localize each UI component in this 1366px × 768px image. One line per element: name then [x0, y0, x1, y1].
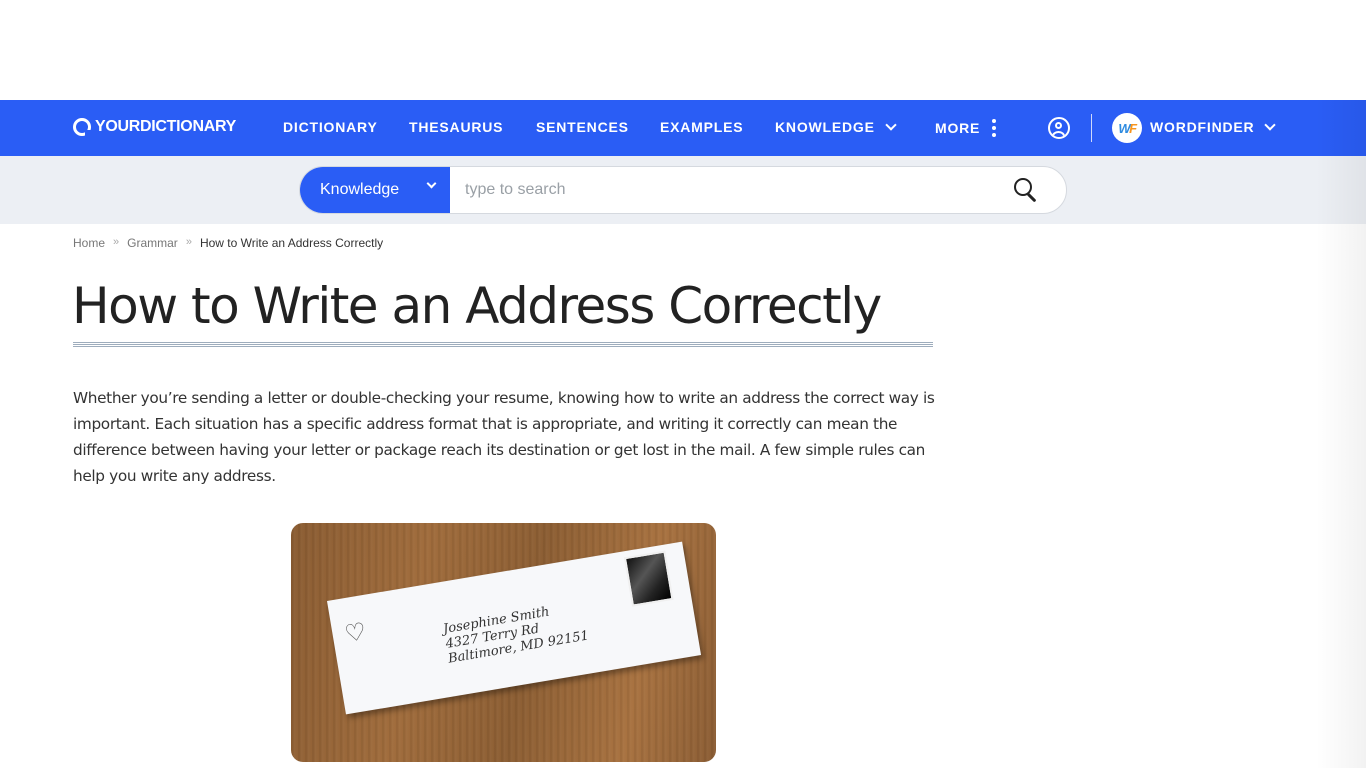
nav-knowledge[interactable]: KNOWLEDGE [775, 118, 897, 135]
nav-thesaurus[interactable]: THESAURUS [409, 119, 503, 135]
wf-f: F [1129, 120, 1137, 136]
heart-icon: ♡ [342, 618, 369, 649]
breadcrumb: Home » Grammar » How to Write an Address… [73, 236, 383, 250]
nav-label: THESAURUS [409, 119, 504, 135]
search-icon [1014, 178, 1038, 203]
search-category-label: Knowledge [320, 181, 400, 198]
nav-dictionary[interactable]: DICTIONARY [283, 119, 378, 135]
nav-label: KNOWLEDGE [775, 119, 875, 135]
breadcrumb-separator: » [113, 236, 120, 248]
nav-label: MORE [935, 120, 981, 136]
search-category-select[interactable]: Knowledge [300, 167, 450, 213]
search-input[interactable] [450, 167, 986, 213]
nav-label: DICTIONARY [283, 119, 378, 135]
search-button[interactable] [986, 167, 1066, 213]
chevron-down-icon [426, 178, 437, 189]
user-account-icon[interactable] [1048, 117, 1070, 139]
title-underline [73, 342, 933, 348]
search-bar: Knowledge [299, 166, 1067, 214]
breadcrumb-separator: » [185, 236, 192, 248]
nav-label: EXAMPLES [660, 119, 744, 135]
postage-stamp [623, 550, 674, 607]
nav-examples[interactable]: EXAMPLES [660, 119, 743, 135]
wf-w: W [1118, 120, 1130, 136]
page-title: How to Write an Address Correctly [72, 277, 882, 335]
logo-mark-icon [73, 118, 91, 136]
nav-more[interactable]: MORE [935, 119, 997, 137]
wordfinder-menu[interactable]: WORDFINDER [1150, 118, 1277, 135]
chevron-down-icon [1264, 118, 1277, 131]
nav-label: SENTENCES [536, 119, 629, 135]
wordfinder-label: WORDFINDER [1150, 119, 1255, 135]
nav-sentences[interactable]: SENTENCES [536, 119, 629, 135]
breadcrumb-grammar[interactable]: Grammar [127, 236, 178, 250]
wordfinder-logo-icon[interactable]: WF [1112, 113, 1142, 143]
handwritten-address: Josephine Smith 4327 Terry Rd Baltimore,… [442, 599, 590, 667]
nav-divider [1091, 114, 1092, 142]
breadcrumb-home[interactable]: Home [73, 236, 105, 250]
kebab-menu-icon [992, 119, 997, 137]
intro-paragraph: Whether you’re sending a letter or doubl… [73, 389, 935, 485]
chevron-down-icon [885, 118, 897, 131]
yourdictionary-logo[interactable]: YOURDICTIONARY [73, 118, 236, 136]
envelope-photo: ♡ Josephine Smith 4327 Terry Rd Baltimor… [291, 523, 716, 762]
logo-text: YOURDICTIONARY [95, 118, 236, 135]
breadcrumb-current: How to Write an Address Correctly [199, 236, 384, 250]
ad-space [0, 0, 1366, 100]
